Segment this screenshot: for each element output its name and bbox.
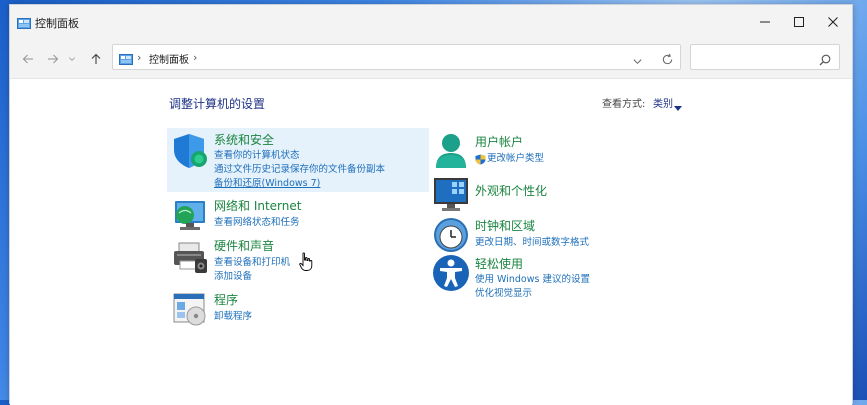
category-title[interactable]: 硬件和声音	[214, 237, 274, 254]
search-input[interactable]	[690, 44, 840, 70]
chevron-right-icon[interactable]: ›	[137, 51, 141, 64]
address-box[interactable]: › 控制面板 ›	[112, 44, 681, 70]
view-by-label: 查看方式:	[602, 99, 646, 110]
arrow-right-icon	[48, 54, 59, 64]
recent-locations-button[interactable]	[65, 49, 79, 69]
refresh-button[interactable]	[661, 51, 674, 65]
category-clock-region[interactable]: 时钟和区域 更改日期、时间或数字格式	[430, 215, 690, 253]
chevron-down-icon	[69, 57, 75, 61]
link-backup-restore[interactable]: 备份和还原(Windows 7)	[214, 175, 320, 189]
close-icon	[828, 17, 838, 27]
maximize-button[interactable]	[782, 5, 816, 39]
view-by-dropdown[interactable]: 类别	[653, 95, 673, 110]
category-title[interactable]: 用户帐户	[475, 133, 523, 150]
title-bar[interactable]: 控制面板	[10, 5, 852, 39]
network-globe-icon[interactable]	[171, 199, 209, 237]
back-button[interactable]	[18, 49, 38, 69]
link-network-status[interactable]: 查看网络状态和任务	[214, 214, 300, 228]
category-ease-of-access[interactable]: 轻松使用 使用 Windows 建议的设置 优化视觉显示	[430, 254, 690, 299]
control-panel-icon	[17, 15, 31, 29]
minimize-button[interactable]	[748, 5, 782, 39]
link-uninstall-program[interactable]: 卸载程序	[214, 308, 252, 322]
user-accounts-icon[interactable]	[432, 132, 470, 170]
category-title[interactable]: 轻松使用	[475, 255, 523, 272]
hand-pointer-cursor-icon	[299, 252, 313, 272]
appearance-icon[interactable]	[432, 176, 470, 214]
forward-button[interactable]	[43, 49, 63, 69]
refresh-icon	[662, 53, 673, 65]
link-recommended-settings[interactable]: 使用 Windows 建议的设置	[475, 271, 590, 285]
shield-icon[interactable]	[171, 132, 209, 170]
maximize-icon	[794, 17, 804, 27]
control-panel-icon	[119, 51, 133, 65]
link-add-device[interactable]: 添加设备	[214, 268, 252, 282]
close-button[interactable]	[816, 5, 850, 39]
category-title[interactable]: 网络和 Internet	[214, 197, 301, 214]
category-network-internet[interactable]: 网络和 Internet 查看网络状态和任务	[167, 197, 429, 235]
control-panel-window: 控制面板 › 控制面板 › 调整计算机的设置 查看方式: 类别 系统和安全 查看…	[9, 4, 853, 405]
chevron-down-icon	[633, 59, 642, 65]
printer-icon[interactable]	[171, 239, 209, 277]
arrow-up-icon	[91, 53, 101, 64]
clock-globe-icon[interactable]	[432, 216, 470, 254]
uac-shield-icon	[475, 150, 486, 165]
category-appearance[interactable]: 外观和个性化	[430, 175, 690, 213]
category-title[interactable]: 系统和安全	[214, 131, 274, 148]
chevron-right-icon[interactable]: ›	[193, 51, 197, 64]
category-programs[interactable]: 程序 卸载程序	[167, 288, 429, 328]
link-devices-printers[interactable]: 查看设备和打印机	[214, 254, 290, 268]
page-heading: 调整计算机的设置	[169, 97, 266, 111]
content-area: 调整计算机的设置 查看方式: 类别 系统和安全 查看你的计算机状态 通过文件历史…	[10, 79, 852, 405]
address-bar-row: › 控制面板 ›	[10, 39, 852, 79]
up-button[interactable]	[86, 49, 106, 69]
link-change-date-time-format[interactable]: 更改日期、时间或数字格式	[475, 234, 589, 248]
programs-icon[interactable]	[171, 291, 209, 329]
window-title: 控制面板	[35, 17, 79, 30]
accessibility-icon[interactable]	[432, 254, 470, 292]
category-user-accounts[interactable]: 用户帐户 更改帐户类型	[430, 130, 690, 170]
category-title[interactable]: 外观和个性化	[475, 182, 547, 199]
search-icon[interactable]	[819, 51, 831, 66]
breadcrumb-control-panel[interactable]: 控制面板	[149, 51, 189, 66]
category-title[interactable]: 时钟和区域	[475, 217, 535, 234]
category-hardware-sound[interactable]: 硬件和声音 查看设备和打印机 添加设备	[167, 237, 429, 283]
link-view-computer-status[interactable]: 查看你的计算机状态	[214, 147, 300, 161]
arrow-left-icon	[22, 54, 33, 64]
minimize-icon	[760, 21, 770, 23]
link-optimize-visual-display[interactable]: 优化视觉显示	[475, 285, 532, 299]
link-file-history-backup[interactable]: 通过文件历史记录保存你的文件备份副本	[214, 161, 385, 175]
link-change-account-type[interactable]: 更改帐户类型	[487, 150, 544, 164]
address-dropdown-button[interactable]	[632, 52, 643, 65]
triangle-down-icon[interactable]	[674, 97, 682, 111]
category-system-security[interactable]: 系统和安全 查看你的计算机状态 通过文件历史记录保存你的文件备份副本 备份和还原…	[167, 128, 429, 192]
category-title[interactable]: 程序	[214, 291, 238, 308]
